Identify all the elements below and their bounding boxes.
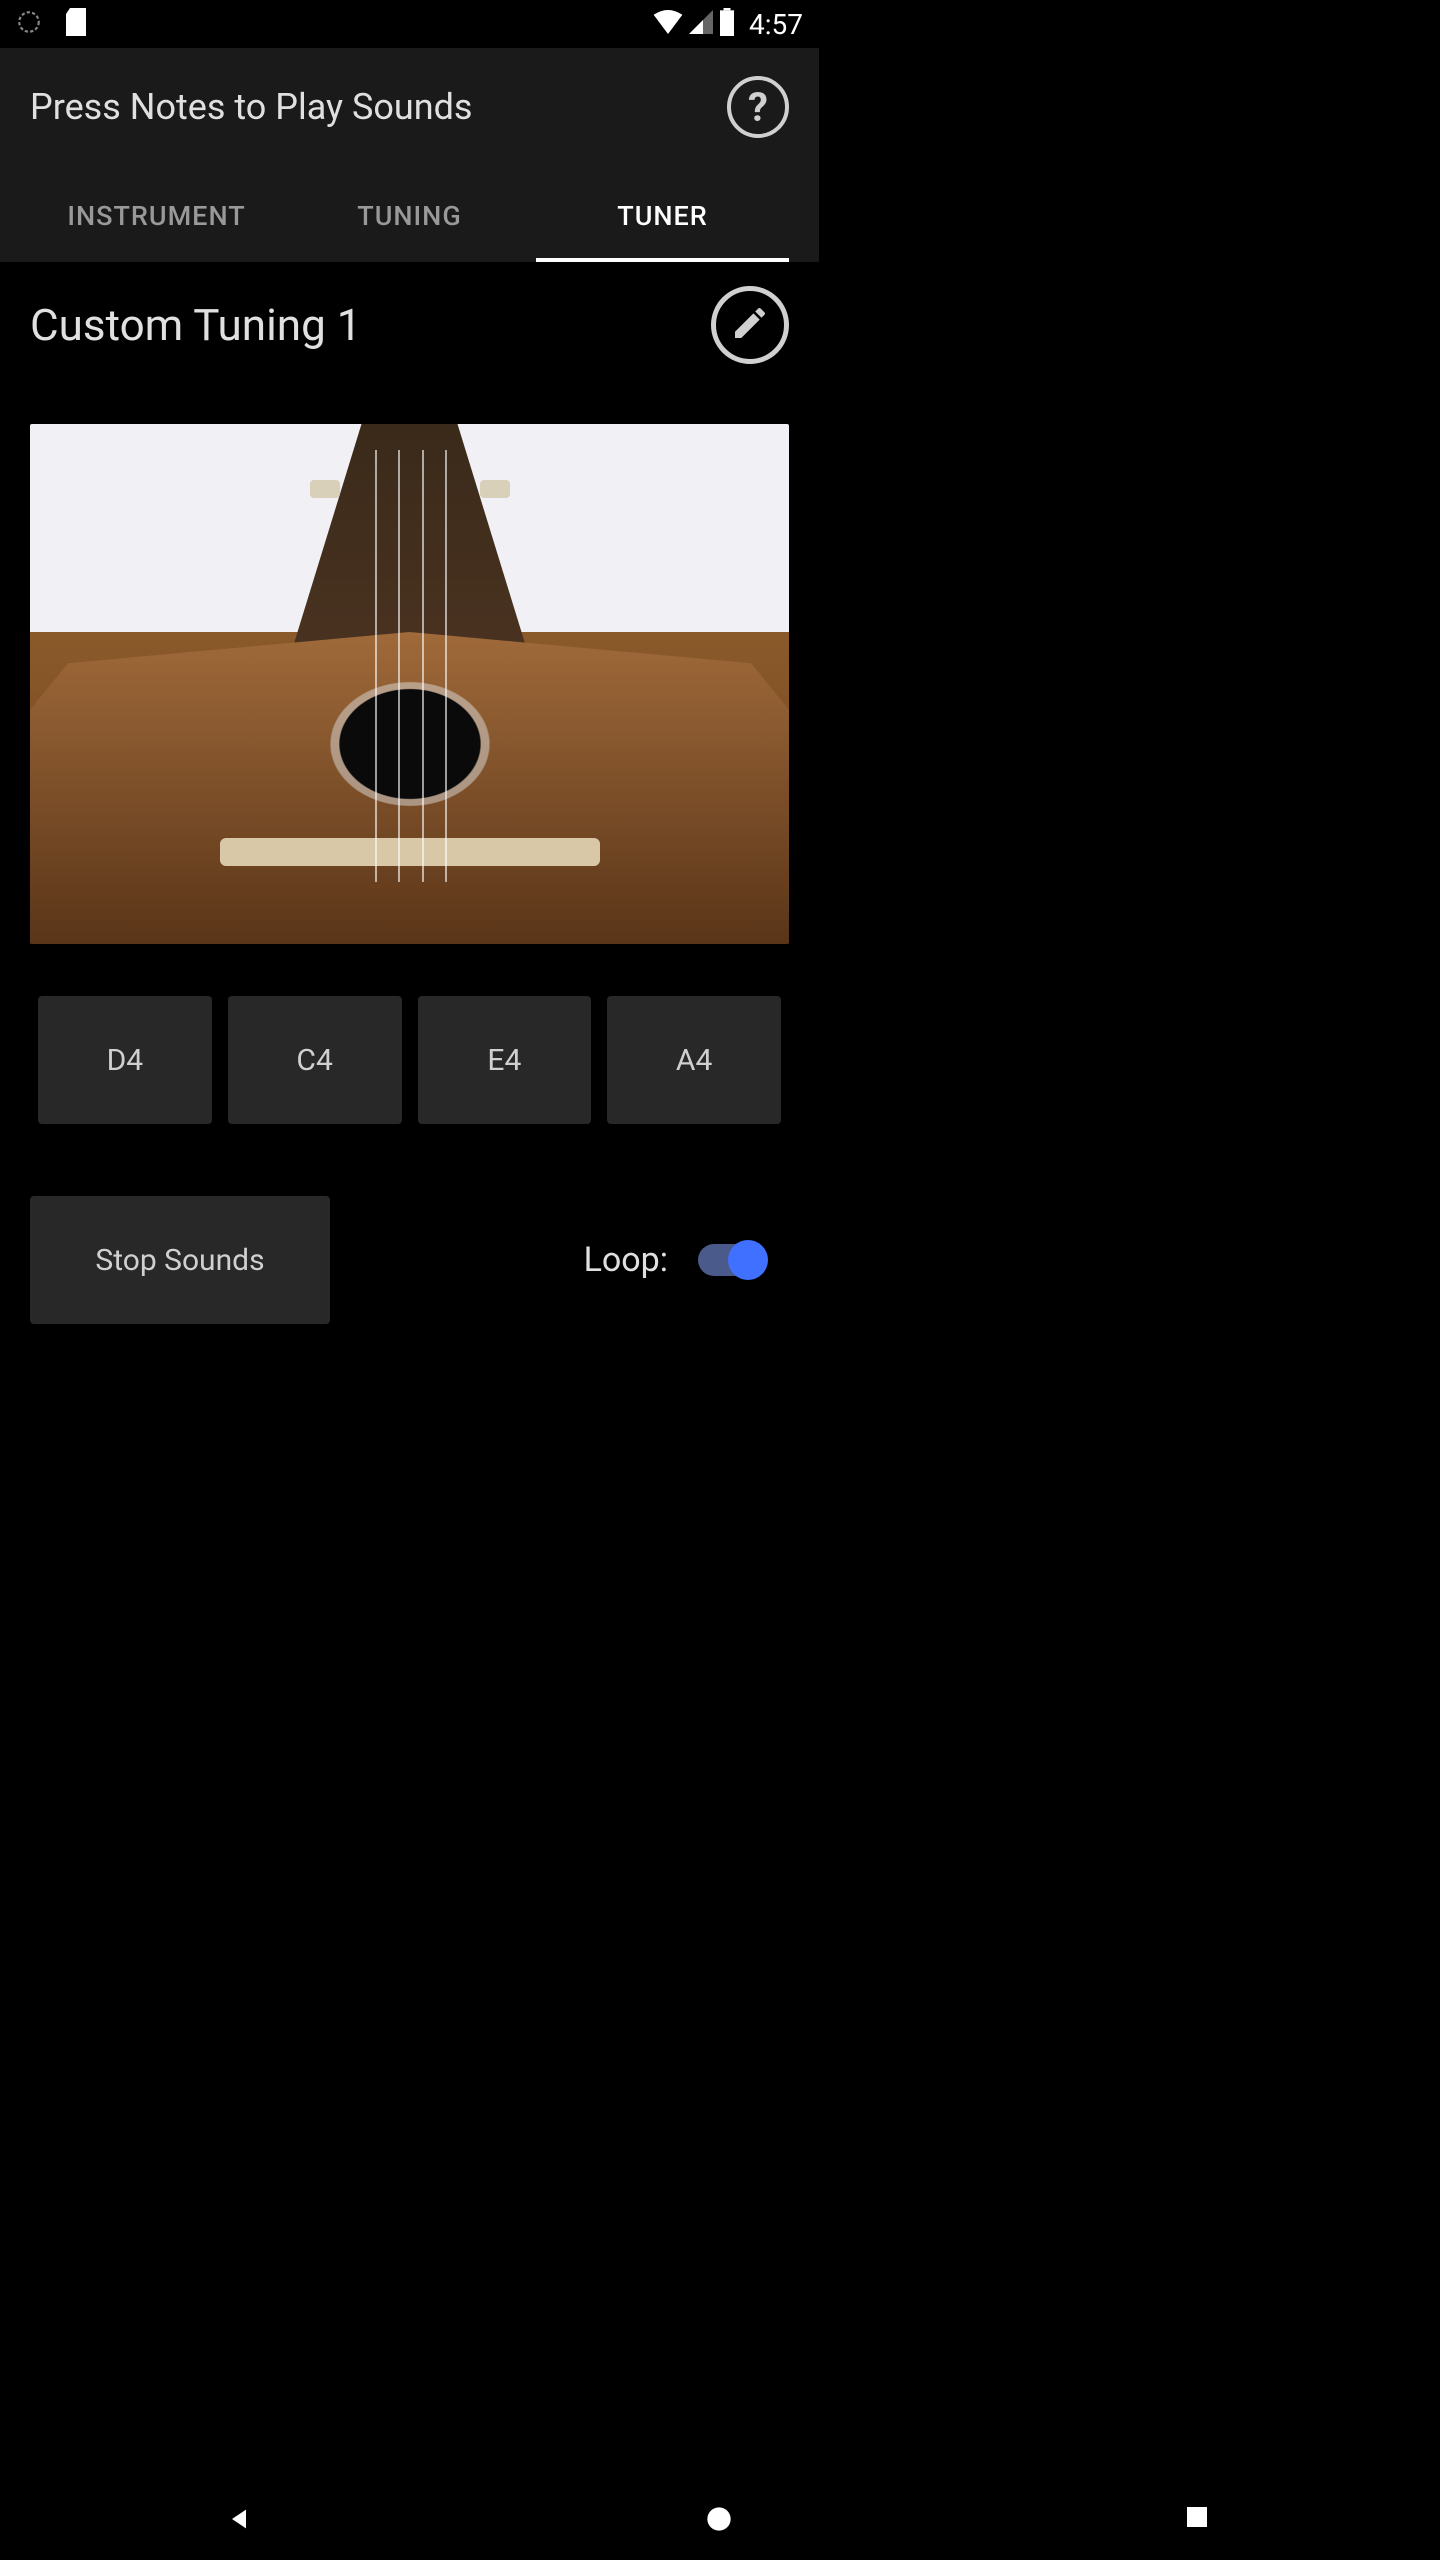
instrument-image [30, 424, 789, 944]
tab-bar: INSTRUMENT TUNING TUNER [30, 174, 789, 262]
status-left [16, 8, 90, 40]
help-button[interactable]: ? [727, 76, 789, 138]
stop-sounds-button[interactable]: Stop Sounds [30, 1196, 330, 1324]
note-button-a4[interactable]: A4 [607, 996, 781, 1124]
tuning-header: Custom Tuning 1 [30, 286, 789, 364]
note-button-c4[interactable]: C4 [228, 996, 402, 1124]
app-header: Press Notes to Play Sounds ? INSTRUMENT … [0, 48, 819, 262]
signal-icon [689, 10, 713, 38]
note-button-e4[interactable]: E4 [418, 996, 592, 1124]
bottom-controls: Stop Sounds Loop: [30, 1196, 789, 1324]
status-bar: 4:57 [0, 0, 819, 48]
tuning-name: Custom Tuning 1 [30, 299, 361, 351]
page-title: Press Notes to Play Sounds [30, 86, 473, 128]
pencil-icon [730, 303, 770, 347]
nav-recents-button[interactable] [1185, 2505, 1215, 2535]
toggle-thumb [728, 1240, 768, 1280]
sd-card-icon [66, 8, 90, 40]
tab-tuner[interactable]: TUNER [536, 174, 789, 262]
status-right: 4:57 [653, 8, 803, 41]
system-nav-bar [0, 2480, 1440, 2560]
note-button-d4[interactable]: D4 [38, 996, 212, 1124]
tab-instrument[interactable]: INSTRUMENT [30, 174, 283, 262]
spinner-icon [16, 9, 42, 39]
edit-tuning-button[interactable] [711, 286, 789, 364]
tab-tuning[interactable]: TUNING [283, 174, 536, 262]
loop-toggle[interactable] [698, 1244, 764, 1276]
nav-back-button[interactable] [225, 2505, 255, 2535]
loop-label: Loop: [584, 1240, 668, 1280]
main-content: Custom Tuning 1 D4 C4 E4 A4 Stop Sounds … [0, 262, 819, 1348]
header-top: Press Notes to Play Sounds ? [30, 76, 789, 138]
help-icon: ? [748, 84, 768, 131]
note-buttons-row: D4 C4 E4 A4 [30, 996, 789, 1124]
nav-home-button[interactable] [705, 2505, 735, 2535]
wifi-icon [653, 10, 683, 38]
battery-icon [719, 8, 735, 40]
status-time: 4:57 [749, 8, 803, 41]
loop-control: Loop: [584, 1240, 764, 1280]
